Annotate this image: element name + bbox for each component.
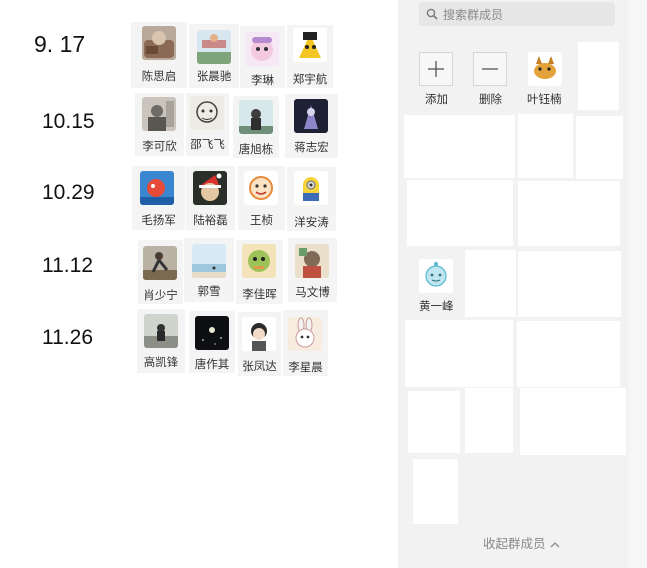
member-tile[interactable]: 李琳 bbox=[240, 26, 285, 88]
member-name: 张晨驰 bbox=[196, 69, 232, 83]
member-card bbox=[518, 181, 620, 246]
member-name: 马文博 bbox=[295, 285, 330, 299]
member-avatar[interactable] bbox=[419, 259, 453, 293]
member-card bbox=[518, 114, 573, 178]
member-tile[interactable]: 王桢 bbox=[238, 166, 285, 230]
member-name: 李琳 bbox=[251, 73, 274, 87]
scrollbar-track[interactable] bbox=[628, 0, 647, 568]
member-card bbox=[518, 251, 621, 317]
member-avatar bbox=[293, 28, 327, 62]
member-tile[interactable]: 马文博 bbox=[288, 238, 337, 302]
add-member-button[interactable] bbox=[419, 52, 453, 86]
member-tile[interactable]: 李可欣 bbox=[135, 93, 184, 156]
date-label: 9. 17 bbox=[34, 31, 86, 57]
minus-icon bbox=[482, 68, 498, 70]
member-name: 洋安涛 bbox=[294, 215, 329, 229]
add-member-label: 添加 bbox=[425, 92, 448, 106]
member-tile[interactable]: 毛扬军 bbox=[132, 166, 185, 230]
member-avatar bbox=[245, 32, 279, 66]
member-avatar bbox=[242, 317, 276, 351]
member-name: 邵飞飞 bbox=[190, 137, 225, 151]
member-avatar bbox=[192, 244, 226, 278]
member-avatar bbox=[144, 314, 178, 348]
member-name: 郭雪 bbox=[197, 284, 221, 298]
member-avatar bbox=[295, 244, 329, 278]
member-avatar bbox=[239, 100, 273, 134]
member-avatar bbox=[142, 97, 176, 131]
member-name: 唐作其 bbox=[194, 357, 230, 371]
member-tile[interactable]: 郑宇航 bbox=[287, 25, 333, 88]
remove-member-button[interactable] bbox=[473, 52, 507, 86]
member-name: 李可欣 bbox=[142, 139, 177, 153]
member-tile[interactable]: 陈思启 bbox=[131, 22, 187, 88]
member-avatar bbox=[140, 171, 174, 205]
member-name: 陆裕磊 bbox=[193, 213, 228, 227]
member-name: 李星晨 bbox=[288, 360, 323, 374]
member-avatar bbox=[294, 99, 328, 133]
member-avatar bbox=[197, 30, 231, 64]
plus-icon bbox=[428, 61, 444, 77]
member-card bbox=[578, 42, 619, 110]
member-card bbox=[404, 115, 461, 178]
member-name: 张凤达 bbox=[242, 359, 277, 373]
member-tile[interactable]: 邵飞飞 bbox=[186, 93, 229, 156]
member-card bbox=[413, 459, 458, 524]
member-tile[interactable]: 郭雪 bbox=[184, 238, 234, 302]
member-avatar bbox=[242, 244, 276, 278]
member-card bbox=[465, 388, 513, 453]
member-avatar bbox=[143, 246, 177, 280]
member-card bbox=[520, 388, 626, 455]
member-tile[interactable]: 洋安涛 bbox=[287, 167, 336, 231]
chevron-up-icon bbox=[550, 541, 559, 547]
group-members-panel: 搜索群成员 添加 删除 叶钰楠 黄一峰 收起群成员 bbox=[398, 0, 647, 568]
collapse-members-button[interactable]: 收起群成员 bbox=[483, 533, 560, 552]
member-name: 唐旭栋 bbox=[238, 142, 274, 156]
member-tile[interactable]: 蒋志宏 bbox=[285, 94, 338, 158]
member-search-input[interactable]: 搜索群成员 bbox=[419, 2, 615, 26]
member-avatar bbox=[190, 96, 224, 130]
member-card bbox=[517, 321, 620, 387]
member-tile[interactable]: 陆裕磊 bbox=[186, 166, 235, 230]
member-tile[interactable]: 唐旭栋 bbox=[233, 96, 279, 158]
date-label: 10.29 bbox=[42, 181, 95, 204]
member-card bbox=[465, 250, 516, 317]
member-avatar bbox=[142, 26, 176, 60]
member-avatar bbox=[288, 317, 322, 351]
member-name: 黄一峰 bbox=[419, 299, 454, 313]
collapse-members-label: 收起群成员 bbox=[483, 536, 546, 551]
member-name: 蒋志宏 bbox=[294, 140, 329, 154]
member-tile[interactable]: 李佳晖 bbox=[236, 240, 283, 304]
member-card bbox=[407, 180, 513, 246]
member-name: 郑宇航 bbox=[292, 72, 328, 86]
member-tile[interactable]: 李星晨 bbox=[283, 310, 328, 376]
member-tile[interactable]: 张凤达 bbox=[238, 312, 281, 376]
remove-member-label: 删除 bbox=[479, 92, 502, 106]
member-card bbox=[408, 391, 460, 453]
member-tile[interactable]: 高凯锋 bbox=[137, 309, 185, 373]
member-card bbox=[461, 115, 515, 178]
member-avatar bbox=[193, 171, 227, 205]
member-avatar bbox=[294, 171, 328, 205]
member-avatar bbox=[244, 171, 278, 205]
member-name: 陈思启 bbox=[141, 69, 177, 83]
member-name: 高凯锋 bbox=[143, 355, 179, 369]
member-name: 李佳晖 bbox=[242, 287, 277, 301]
member-avatar[interactable] bbox=[528, 52, 562, 86]
date-label: 11.12 bbox=[42, 254, 93, 277]
member-tile[interactable]: 张晨驰 bbox=[189, 24, 239, 88]
member-name: 王桢 bbox=[250, 213, 273, 227]
search-icon bbox=[426, 8, 438, 20]
member-card bbox=[405, 320, 513, 387]
search-placeholder: 搜索群成员 bbox=[443, 8, 504, 22]
member-tile[interactable]: 唐作其 bbox=[189, 311, 235, 373]
member-avatar bbox=[195, 316, 229, 350]
member-name: 叶钰楠 bbox=[527, 92, 562, 106]
member-card bbox=[576, 116, 623, 179]
member-name: 肖少宁 bbox=[143, 288, 178, 302]
date-label: 10.15 bbox=[42, 110, 95, 133]
date-label: 11.26 bbox=[42, 326, 93, 349]
member-name: 毛扬军 bbox=[141, 213, 176, 227]
member-tile[interactable]: 肖少宁 bbox=[138, 240, 183, 304]
